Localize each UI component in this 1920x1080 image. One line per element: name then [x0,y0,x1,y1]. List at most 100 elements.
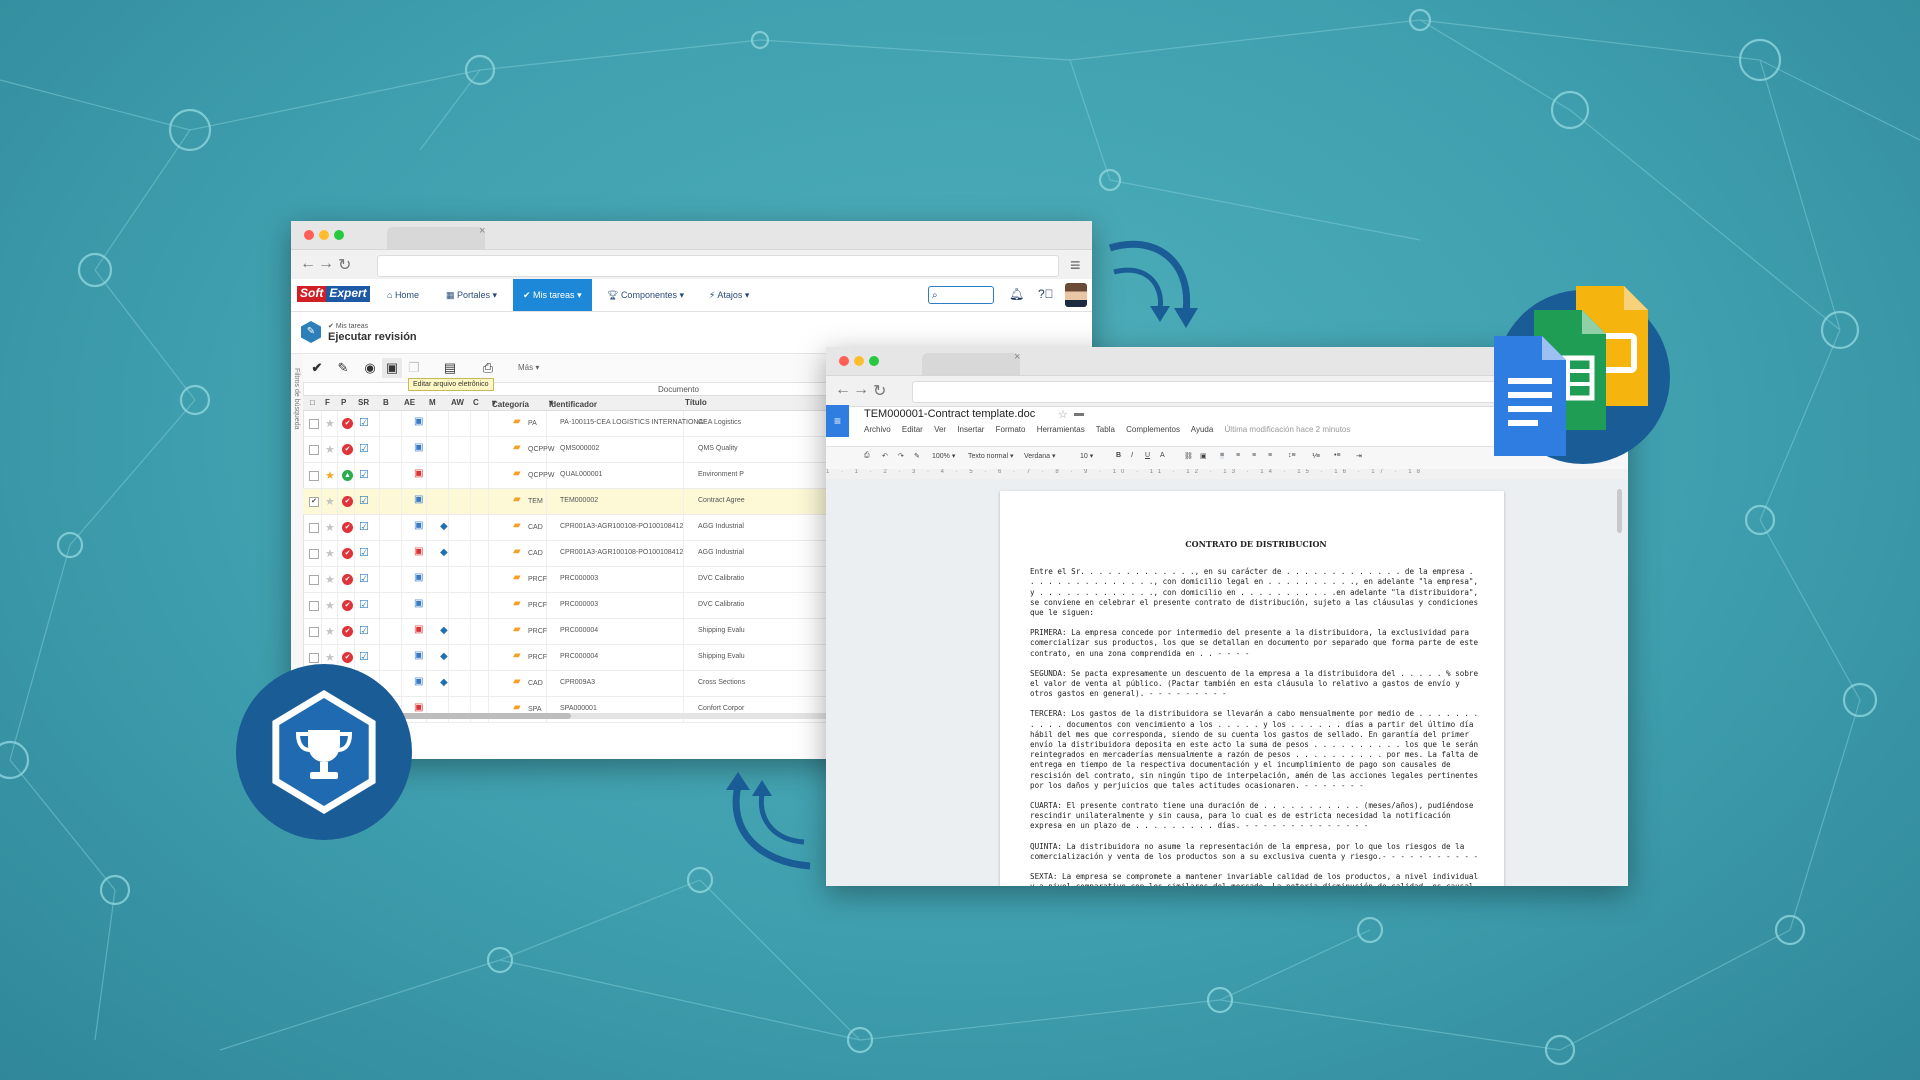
font-size-select[interactable]: 10 ▾ [1080,452,1093,460]
row-checkbox[interactable] [309,523,319,533]
edit-record-icon[interactable]: ☑ [359,520,369,533]
browser-tab[interactable] [922,353,1020,375]
last-edit-status[interactable]: Última modificación hace 2 minutos [1225,425,1351,434]
row-checkbox[interactable] [309,471,319,481]
close-window-button[interactable] [304,230,314,240]
maximize-window-button[interactable] [869,356,879,366]
user-avatar[interactable] [1065,283,1087,307]
favorite-star-icon[interactable]: ★ [325,521,335,534]
menu-editar[interactable]: Editar [902,425,923,434]
attachment-icon[interactable]: ▣ [414,598,423,609]
document-page[interactable]: CONTRATO DE DISTRIBUCION Entre el Sr. . … [1000,491,1504,886]
menu-ver[interactable]: Ver [934,425,946,434]
favorite-star-icon[interactable]: ★ [325,495,335,508]
col-ae[interactable]: AE [404,398,415,407]
address-bar[interactable] [377,255,1059,277]
comment-icon[interactable]: ▣ [1200,452,1207,460]
menu-formato[interactable]: Formato [996,425,1026,434]
docs-icon[interactable]: ≡ [826,405,849,437]
back-icon[interactable]: ← [300,255,316,273]
row-identifier[interactable]: PRC000003 [560,601,598,608]
indent-button[interactable]: ⇥ [1356,452,1362,460]
row-checkbox[interactable] [309,445,319,455]
nav-componentes[interactable]: 🏆︎ Componentes ▾ [607,279,684,311]
row-identifier[interactable]: QUAL000001 [560,471,602,478]
attachment-icon[interactable]: ▣ [414,546,423,557]
col-f[interactable]: F [325,398,330,407]
forward-icon[interactable]: → [318,255,334,273]
row-title[interactable]: Cross Sections [698,679,745,686]
nav-home[interactable]: ⌂ Home [387,279,419,311]
menu-herramientas[interactable]: Herramientas [1037,425,1085,434]
row-checkbox[interactable] [309,419,319,429]
pencil-icon[interactable]: ✎ [333,358,353,378]
undo-icon[interactable]: ↶ [882,452,888,460]
edit-record-icon[interactable]: ☑ [359,598,369,611]
tab-close-icon[interactable]: × [1014,351,1020,363]
back-icon[interactable]: ← [835,381,851,399]
edit-record-icon[interactable]: ☑ [359,416,369,429]
close-window-button[interactable] [839,356,849,366]
row-checkbox[interactable] [309,653,319,663]
favorite-star-icon[interactable]: ★ [325,547,335,560]
edit-record-icon[interactable]: ☑ [359,650,369,663]
col-categoria[interactable]: Categoría ▾ [492,398,529,409]
menu-tabla[interactable]: Tabla [1096,425,1115,434]
row-identifier[interactable]: SPA000001 [560,705,597,712]
reload-icon[interactable]: ↻ [338,255,351,275]
menu-archivo[interactable]: Archivo [864,425,891,434]
nav-portales[interactable]: ▦ Portales ▾ [446,279,497,311]
edit-record-icon[interactable]: ☑ [359,494,369,507]
edit-record-icon[interactable]: ☑ [359,442,369,455]
align-right-button[interactable]: ≡ [1252,452,1256,459]
document-name[interactable]: TEM000001-Contract template.doc [864,408,1035,420]
edit-record-icon[interactable]: ☑ [359,624,369,637]
select-all-checkbox[interactable]: □ [310,398,315,407]
italic-button[interactable]: I [1131,452,1133,459]
reload-icon[interactable]: ↻ [873,381,886,401]
star-icon[interactable]: ☆ [1058,408,1068,421]
menu-icon[interactable]: ≡ [1070,255,1081,276]
help-icon[interactable]: ?⃝ [1038,287,1054,301]
font-select[interactable]: Verdana ▾ [1024,452,1056,460]
row-title[interactable]: QMS Quality [698,445,738,452]
favorite-star-icon[interactable]: ★ [325,599,335,612]
print-icon[interactable]: ⎙ [864,452,870,460]
vertical-scrollbar[interactable] [1617,489,1622,533]
row-identifier[interactable]: PRC000004 [560,627,598,634]
attachment-icon[interactable]: ▣ [414,702,423,713]
nav-mis-tareas[interactable]: ✔ Mis tareas ▾ [513,279,592,311]
softexpert-logo[interactable]: Soft Expert [297,286,370,302]
favorite-star-icon[interactable]: ★ [325,625,335,638]
attachment-icon[interactable]: ▣ [414,416,423,427]
nav-atajos[interactable]: ⚡︎ Atajos ▾ [709,279,749,311]
minimize-window-button[interactable] [319,230,329,240]
attachment-icon[interactable]: ▣ [414,520,423,531]
col-aw[interactable]: AW [451,398,464,407]
row-checkbox[interactable] [309,549,319,559]
favorite-star-icon[interactable]: ★ [325,417,335,430]
menu-insertar[interactable]: Insertar [957,425,984,434]
link-icon[interactable]: ⛓︎ [1184,452,1193,460]
underline-button[interactable]: U [1145,452,1150,459]
row-title[interactable]: Contract Agree [698,497,745,504]
row-checkbox[interactable] [309,601,319,611]
bell-icon[interactable]: 🔔︎ [1009,287,1024,301]
maximize-window-button[interactable] [334,230,344,240]
row-title[interactable]: Confort Corpor [698,705,744,712]
attachment-icon[interactable]: ▣ [414,572,423,583]
col-titulo[interactable]: Título [685,398,707,407]
attachment-icon[interactable]: ▣ [414,468,423,479]
style-select[interactable]: Texto normal ▾ [968,452,1014,460]
row-title[interactable]: Shipping Evalu [698,653,745,660]
row-identifier[interactable]: QMS000002 [560,445,599,452]
text-color-button[interactable]: A [1160,452,1165,459]
row-title[interactable]: DVC Calibratio [698,575,744,582]
row-title[interactable]: DVC Calibratio [698,601,744,608]
col-b[interactable]: B [383,398,389,407]
bold-button[interactable]: B [1116,452,1121,459]
browser-tab[interactable] [387,227,485,249]
favorite-star-icon[interactable]: ★ [325,573,335,586]
row-checkbox[interactable] [309,627,319,637]
attachment-icon[interactable]: ▣ [414,650,423,661]
